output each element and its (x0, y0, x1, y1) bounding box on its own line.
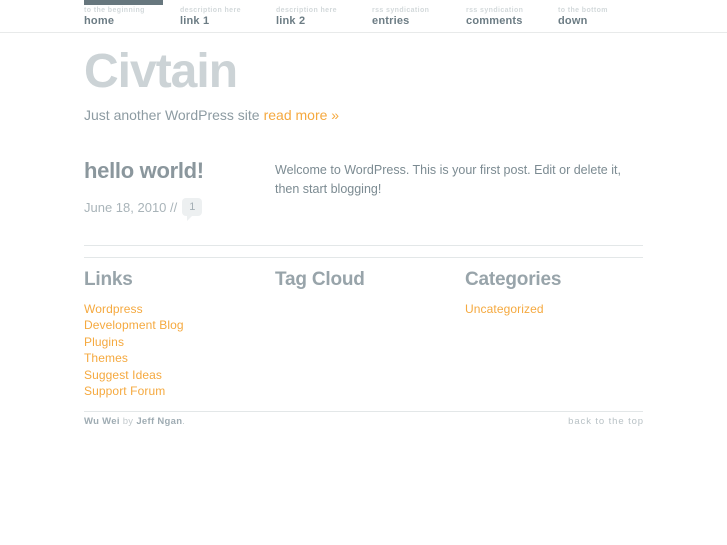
list-item: Support Forum (84, 383, 269, 399)
post-date: June 18, 2010 // (84, 200, 178, 215)
list-item: Suggest Ideas (84, 367, 269, 383)
widget-title-tag-cloud: Tag Cloud (275, 269, 365, 290)
top-navigation-items: to the beginning home description here l… (84, 0, 644, 33)
nav-item-home[interactable]: to the beginning home (84, 0, 176, 33)
top-navigation-bar: to the beginning home description here l… (0, 0, 727, 33)
nav-item-description: to the bottom (558, 7, 608, 14)
nav-item-label: link 2 (276, 15, 306, 27)
site-tagline: Just another WordPress site (84, 107, 260, 123)
divider-rule-bottom (84, 257, 643, 258)
nav-item-link-1[interactable]: description here link 1 (180, 0, 272, 33)
site-footer: Wu Wei by Jeff Ngan. back to the top (84, 416, 644, 436)
nav-item-label: home (84, 15, 115, 27)
list-item: Wordpress (84, 301, 269, 317)
nav-item-label: comments (466, 15, 523, 27)
nav-item-label: down (558, 15, 588, 27)
by-label: by (122, 416, 134, 427)
nav-item-link-2[interactable]: description here link 2 (276, 0, 368, 33)
links-list: Wordpress Development Blog Plugins Theme… (84, 301, 269, 399)
nav-item-description: rss syndication (372, 7, 430, 14)
nav-item-down[interactable]: to the bottom down (558, 0, 650, 33)
nav-item-label: entries (372, 15, 410, 27)
nav-item-description: description here (276, 7, 337, 14)
site-header: Civtain Just another WordPress site read … (84, 46, 644, 124)
widget-title-links: Links (84, 269, 133, 290)
post-excerpt: Welcome to WordPress. This is your first… (275, 163, 621, 196)
widget-links: Links Wordpress Development Blog Plugins… (84, 268, 269, 399)
list-item: Plugins (84, 334, 269, 350)
theme-name[interactable]: Wu Wei (84, 416, 120, 427)
nav-item-comments[interactable]: rss syndication comments (466, 0, 558, 33)
link-plugins[interactable]: Plugins (84, 335, 124, 349)
bubble-tail-icon (187, 215, 194, 221)
back-to-top-link[interactable]: back to the top (568, 416, 644, 427)
nav-item-description: description here (180, 7, 241, 14)
widget-categories: Categories Uncategorized (465, 268, 645, 317)
post-meta: June 18, 2010 // 1 (84, 198, 269, 221)
post-title[interactable]: hello world! (84, 158, 269, 184)
list-item: Themes (84, 350, 269, 366)
widget-title-categories: Categories (465, 269, 562, 290)
post-meta-column: hello world! June 18, 2010 // 1 (84, 158, 269, 221)
read-more-link[interactable]: read more » (264, 107, 339, 123)
link-suggest-ideas[interactable]: Suggest Ideas (84, 368, 162, 382)
list-item: Uncategorized (465, 301, 645, 317)
site-title[interactable]: Civtain (84, 46, 644, 98)
comment-count-bubble[interactable]: 1 (182, 198, 203, 221)
nav-item-label: link 1 (180, 15, 210, 27)
link-themes[interactable]: Themes (84, 351, 128, 365)
widget-tag-cloud: Tag Cloud (275, 268, 460, 301)
link-support-forum[interactable]: Support Forum (84, 384, 165, 398)
link-wordpress[interactable]: Wordpress (84, 302, 143, 316)
nav-item-entries[interactable]: rss syndication entries (372, 0, 464, 33)
footer-credit: Wu Wei by Jeff Ngan. (84, 416, 185, 427)
categories-list: Uncategorized (465, 301, 645, 317)
nav-item-description: to the beginning (84, 7, 145, 14)
list-item: Development Blog (84, 317, 269, 333)
tagline-row: Just another WordPress site read more » (84, 106, 644, 124)
divider-rule-top (84, 245, 643, 246)
link-development-blog[interactable]: Development Blog (84, 318, 184, 332)
footer-divider-rule (84, 411, 643, 412)
credit-period: . (182, 416, 186, 427)
theme-author[interactable]: Jeff Ngan (136, 416, 182, 427)
comment-count-value: 1 (189, 201, 196, 213)
nav-item-description: rss syndication (466, 7, 524, 14)
category-uncategorized[interactable]: Uncategorized (465, 302, 544, 316)
